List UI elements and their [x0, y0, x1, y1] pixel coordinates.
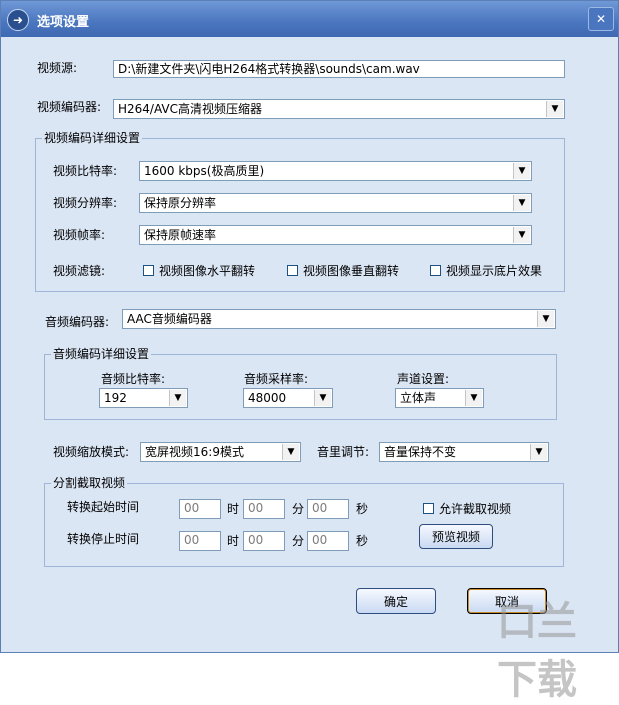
- filter-negative-label: 视频显示底片效果: [446, 264, 543, 278]
- zoom-mode-select[interactable]: 宽屏视频16:9模式 ▼: [140, 442, 301, 462]
- audio-channel-value: 立体声: [400, 391, 437, 405]
- video-encoder-label: 视频编码器:: [37, 100, 102, 114]
- preview-button-label: 预览视频: [431, 530, 480, 544]
- video-resolution-label: 视频分辨率:: [53, 196, 118, 210]
- audio-samplerate-label: 音频采样率:: [244, 372, 309, 386]
- video-bitrate-select[interactable]: 1600 kbps(极高质里) ▼: [139, 161, 532, 181]
- audio-detail-title: 音频编码详细设置: [51, 347, 152, 361]
- allow-split-checkbox[interactable]: [423, 503, 434, 514]
- filter-hflip-checkbox[interactable]: [143, 265, 154, 276]
- video-bitrate-value: 1600 kbps(极高质里): [144, 164, 265, 178]
- start-second-unit: 秒: [356, 502, 369, 516]
- volume-select[interactable]: 音量保持不变 ▼: [379, 442, 549, 462]
- options-dialog: ➜ 选项设置 ✕ 视频源: D:\新建文件夹\闪电H264格式转换器\sound…: [0, 0, 619, 703]
- video-encoder-value: H264/AVC高清视频压缩器: [118, 102, 263, 116]
- end-second-unit: 秒: [356, 534, 369, 548]
- audio-detail-group: 音频编码详细设置: [44, 347, 557, 420]
- ok-button-label: 确定: [383, 594, 408, 609]
- zoom-mode-label: 视频缩放模式:: [53, 445, 130, 459]
- chevron-down-icon[interactable]: ▼: [314, 390, 331, 406]
- split-title: 分割截取视频: [51, 476, 128, 490]
- start-hour-input[interactable]: 00: [179, 499, 221, 519]
- audio-bitrate-label: 音频比特率:: [101, 372, 166, 386]
- audio-encoder-label: 音频编码器:: [45, 315, 110, 329]
- audio-samplerate-value: 48000: [248, 391, 287, 405]
- filter-hflip-label: 视频图像水平翻转: [159, 264, 256, 278]
- end-minute-input[interactable]: 00: [243, 531, 285, 551]
- title-bar: ➜ 选项设置 ✕: [1, 1, 618, 37]
- end-minute-unit: 分: [292, 534, 305, 548]
- ok-button[interactable]: 确定: [356, 588, 436, 614]
- video-resolution-value: 保持原分辨率: [144, 196, 217, 210]
- video-source-input[interactable]: D:\新建文件夹\闪电H264格式转换器\sounds\cam.wav: [113, 60, 565, 78]
- volume-label: 音里调节:: [317, 445, 370, 459]
- video-filter-label: 视频滤镜:: [53, 264, 106, 278]
- audio-samplerate-select[interactable]: 48000 ▼: [243, 388, 333, 408]
- audio-bitrate-select[interactable]: 192 ▼: [99, 388, 188, 408]
- chevron-down-icon[interactable]: ▼: [282, 444, 299, 460]
- video-encoder-select[interactable]: H264/AVC高清视频压缩器 ▼: [113, 99, 565, 119]
- start-minute-unit: 分: [292, 502, 305, 516]
- audio-channel-select[interactable]: 立体声 ▼: [395, 388, 484, 408]
- filter-negative-checkbox[interactable]: [430, 265, 441, 276]
- start-minute-input[interactable]: 00: [243, 499, 285, 519]
- audio-encoder-select[interactable]: AAC音频编码器 ▼: [122, 309, 556, 329]
- filter-vflip-label: 视频图像垂直翻转: [303, 264, 400, 278]
- start-time-label: 转换起始时间: [67, 500, 140, 514]
- end-hour-input[interactable]: 00: [179, 531, 221, 551]
- chevron-down-icon[interactable]: ▼: [537, 311, 554, 327]
- video-bitrate-label: 视频比特率:: [53, 164, 118, 178]
- chevron-down-icon[interactable]: ▼: [465, 390, 482, 406]
- chevron-down-icon[interactable]: ▼: [530, 444, 547, 460]
- chevron-down-icon[interactable]: ▼: [513, 195, 530, 211]
- video-framerate-select[interactable]: 保持原帧速率 ▼: [139, 225, 532, 245]
- end-hour-unit: 时: [227, 534, 240, 548]
- end-time-label: 转换停止时间: [67, 532, 140, 546]
- audio-bitrate-value: 192: [104, 391, 127, 405]
- preview-button[interactable]: 预览视频: [419, 524, 493, 549]
- video-framerate-value: 保持原帧速率: [144, 228, 217, 242]
- video-resolution-select[interactable]: 保持原分辨率 ▼: [139, 193, 532, 213]
- chevron-down-icon[interactable]: ▼: [513, 227, 530, 243]
- app-icon: ➜: [7, 9, 29, 31]
- video-detail-title: 视频编码详细设置: [42, 131, 143, 145]
- video-source-label: 视频源:: [37, 61, 78, 75]
- chevron-down-icon[interactable]: ▼: [513, 163, 530, 179]
- watermark: 口兰 下载: [497, 598, 577, 703]
- allow-split-label: 允许截取视频: [439, 502, 512, 516]
- start-second-input[interactable]: 00: [307, 499, 349, 519]
- window-title: 选项设置: [37, 15, 90, 30]
- video-framerate-label: 视频帧率:: [53, 228, 106, 242]
- chevron-down-icon[interactable]: ▼: [546, 101, 563, 117]
- close-icon[interactable]: ✕: [588, 7, 614, 31]
- filter-vflip-checkbox[interactable]: [287, 265, 298, 276]
- audio-channel-label: 声道设置:: [397, 372, 450, 386]
- volume-value: 音量保持不变: [384, 445, 457, 459]
- start-hour-unit: 时: [227, 502, 240, 516]
- audio-encoder-value: AAC音频编码器: [127, 312, 212, 326]
- end-second-input[interactable]: 00: [307, 531, 349, 551]
- chevron-down-icon[interactable]: ▼: [169, 390, 186, 406]
- zoom-mode-value: 宽屏视频16:9模式: [145, 445, 244, 459]
